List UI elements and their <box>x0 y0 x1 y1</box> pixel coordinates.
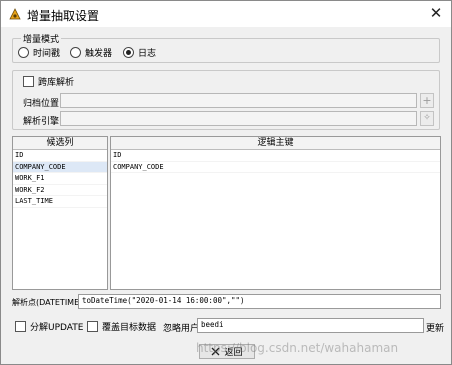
parse-engine-label: 解析引擎: <box>23 117 63 127</box>
parse-point-input[interactable]: toDateTime("2020-01-14 16:00:00","") <box>78 294 441 309</box>
logical-key-panel: 逻辑主键 ID COMPANY_CODE <box>110 136 441 290</box>
candidate-row-work-f1[interactable]: WORK_F1 <box>13 173 107 185</box>
candidate-row-last-time[interactable]: LAST_TIME <box>13 196 107 208</box>
candidate-row-id[interactable]: ID <box>13 150 107 162</box>
radio-log-label: 日志 <box>138 49 157 59</box>
parse-point-label: 解析点(DATETIME): <box>12 298 85 307</box>
parse-engine-field[interactable] <box>60 111 417 126</box>
ignore-user-value: beedi <box>201 320 224 329</box>
app-icon <box>9 8 21 20</box>
radio-trigger[interactable]: 触发器 <box>70 46 112 59</box>
return-button[interactable]: 返回 <box>199 344 255 359</box>
checkbox-box <box>15 321 26 332</box>
close-button[interactable]: ✕ <box>421 1 451 27</box>
increment-mode-group: 增量模式 时间戳 触发器 日志 <box>12 32 440 63</box>
close-icon <box>212 347 220 356</box>
radio-dot <box>18 47 29 58</box>
ignore-user-input[interactable]: beedi <box>197 318 424 333</box>
logical-key-header: 逻辑主键 <box>111 137 440 150</box>
radio-dot-selected <box>123 47 134 58</box>
window-title: 增量抽取设置 <box>27 9 100 23</box>
overwrite-target-label: 覆盖目标数据 <box>102 323 157 333</box>
ignore-user-label: 忽略用户 <box>163 324 200 334</box>
radio-log[interactable]: 日志 <box>123 46 156 59</box>
cross-db-group: 跨库解析 归档位置: + 解析引擎: ✧ <box>12 70 440 130</box>
update-label[interactable]: 更新 <box>426 321 444 334</box>
logical-key-row-company-code[interactable]: COMPANY_CODE <box>111 162 440 173</box>
title-bar: 增量抽取设置 ✕ <box>1 1 451 27</box>
cross-db-checkbox[interactable]: 跨库解析 <box>23 75 74 88</box>
candidate-row-work-f2[interactable]: WORK_F2 <box>13 185 107 196</box>
return-label: 返回 <box>224 348 243 358</box>
candidate-row-company-code[interactable]: COMPANY_CODE <box>13 161 107 173</box>
cross-db-label: 跨库解析 <box>38 78 75 88</box>
split-update-checkbox[interactable]: 分解UPDATE <box>15 320 83 333</box>
candidate-columns-header: 候选列 <box>13 137 107 150</box>
logical-key-row-id[interactable]: ID <box>111 150 440 162</box>
archive-location-field[interactable] <box>60 93 417 108</box>
checkbox-box <box>87 321 98 332</box>
radio-dot <box>70 47 81 58</box>
increment-mode-legend: 增量模式 <box>21 32 62 45</box>
split-update-label: 分解UPDATE <box>30 323 84 333</box>
parse-point-value: toDateTime("2020-01-14 16:00:00","") <box>82 296 245 305</box>
candidate-columns-list: ID COMPANY_CODE WORK_F1 WORK_F2 LAST_TIM… <box>13 150 107 208</box>
checkbox-box <box>23 76 34 87</box>
radio-timestamp-label: 时间戳 <box>33 49 61 59</box>
archive-location-label: 归档位置: <box>23 99 63 109</box>
overwrite-target-checkbox[interactable]: 覆盖目标数据 <box>87 320 156 333</box>
parse-engine-button[interactable]: ✧ <box>420 111 434 126</box>
logical-key-list: ID COMPANY_CODE <box>111 150 440 173</box>
candidate-columns-panel: 候选列 ID COMPANY_CODE WORK_F1 WORK_F2 LAST… <box>12 136 108 290</box>
radio-timestamp[interactable]: 时间戳 <box>18 46 60 59</box>
radio-trigger-label: 触发器 <box>85 49 113 59</box>
dialog-window: 增量抽取设置 ✕ 增量模式 时间戳 触发器 日志 跨库解析 归档位置: + 解析… <box>0 0 452 365</box>
add-archive-button[interactable]: + <box>420 93 434 108</box>
